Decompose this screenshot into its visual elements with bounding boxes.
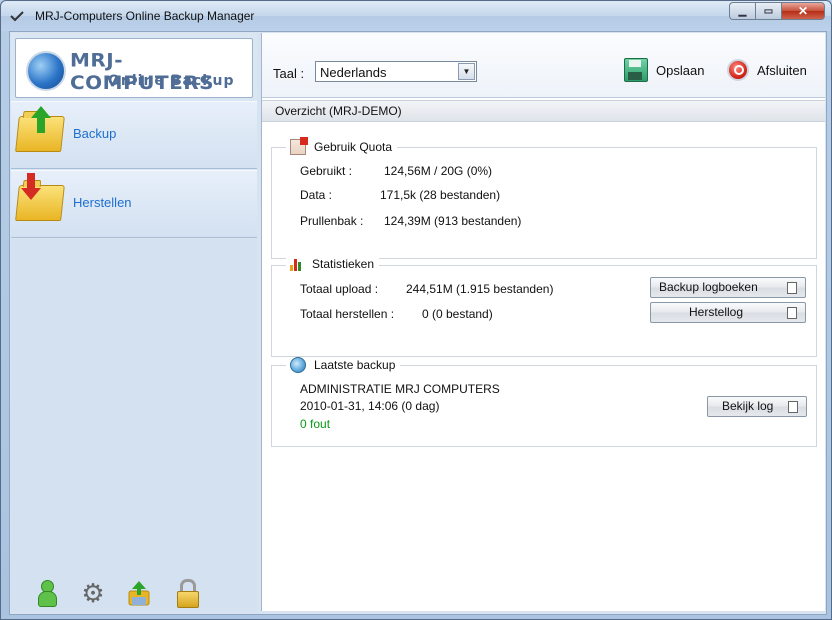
- arrow-up-icon: [31, 106, 51, 118]
- statistics-legend: Statistieken: [286, 257, 380, 271]
- exit-label: Afsluiten: [757, 62, 807, 78]
- lock-icon[interactable]: [175, 579, 199, 608]
- statistics-group: Statistieken Totaal upload : 244,51M (1.…: [271, 257, 817, 357]
- language-select-value: Nederlands: [320, 65, 387, 80]
- last-backup-name: ADMINISTRATIE MRJ COMPUTERS: [300, 382, 500, 396]
- row-label: Prullenbak :: [300, 214, 364, 228]
- clock-globe-icon: [290, 357, 306, 373]
- close-button[interactable]: ✕: [781, 2, 825, 20]
- quota-legend: Gebruik Quota: [286, 137, 398, 155]
- chevron-down-icon[interactable]: ▼: [458, 63, 475, 80]
- sidebar: MRJ-COMPUTERS Online Backup Backup Herst…: [11, 33, 257, 611]
- brand-logo: MRJ-COMPUTERS Online Backup: [15, 38, 253, 98]
- row-value: 0 (0 bestand): [422, 307, 493, 321]
- row-label: Totaal herstellen :: [300, 307, 395, 321]
- restore-log-label: Herstellog: [689, 305, 744, 319]
- sidebar-item-label: Herstellen: [73, 195, 132, 210]
- arrow-down-icon-stem: [27, 173, 35, 189]
- user-icon[interactable]: [35, 579, 59, 607]
- sidebar-item-backup[interactable]: Backup: [11, 101, 257, 169]
- row-value: 171,5k (28 bestanden): [380, 188, 501, 202]
- language-label: Taal :: [273, 66, 305, 81]
- globe-logo-icon: [26, 51, 66, 91]
- view-log-button[interactable]: Bekijk log: [707, 396, 807, 417]
- disk-icon: [624, 58, 648, 82]
- document-icon: [787, 282, 797, 294]
- statistics-title: Statistieken: [312, 257, 375, 271]
- backup-logs-label: Backup logboeken: [659, 280, 758, 294]
- quota-group: Gebruik Quota Gebruikt : 124,56M / 20G (…: [271, 137, 817, 259]
- title-bar[interactable]: MRJ-Computers Online Backup Manager ▁ ▭ …: [1, 1, 831, 31]
- document-icon: [787, 307, 797, 319]
- client-area: MRJ-COMPUTERS Online Backup Backup Herst…: [9, 31, 827, 615]
- bar-chart-icon: [290, 257, 304, 271]
- app-check-icon: [10, 11, 24, 22]
- last-backup-legend: Laatste backup: [286, 357, 401, 373]
- save-label: Opslaan: [656, 62, 705, 78]
- arrow-down-icon: [21, 188, 41, 200]
- row-label: Gebruikt :: [300, 164, 353, 178]
- toolbar: Taal : Nederlands ▼ Opslaan Afsluiten: [262, 33, 825, 98]
- exit-button[interactable]: Afsluiten: [727, 55, 807, 85]
- upload-icon[interactable]: [127, 579, 151, 607]
- language-select[interactable]: Nederlands ▼: [315, 61, 477, 82]
- app-window: MRJ-Computers Online Backup Manager ▁ ▭ …: [0, 0, 832, 620]
- maximize-button[interactable]: ▭: [755, 2, 781, 20]
- window-controls: ▁ ▭ ✕: [729, 2, 825, 21]
- row-value: 244,51M (1.915 bestanden): [406, 282, 554, 296]
- row-value: 124,56M / 20G (0%): [384, 164, 493, 178]
- arrow-up-icon-stem: [37, 117, 45, 133]
- row-label: Totaal upload :: [300, 282, 379, 296]
- power-icon: [727, 59, 749, 81]
- logo-line2: Online Backup: [108, 73, 235, 89]
- overview-title: Overzicht (MRJ-DEMO): [275, 104, 402, 118]
- save-button[interactable]: Opslaan: [624, 55, 704, 85]
- window-title: MRJ-Computers Online Backup Manager: [35, 9, 255, 23]
- quota-title: Gebruik Quota: [314, 140, 393, 154]
- main-panel: Taal : Nederlands ▼ Opslaan Afsluiten Ov…: [261, 33, 825, 611]
- restore-log-button[interactable]: Herstellog: [650, 302, 806, 323]
- sidebar-item-herstellen[interactable]: Herstellen: [11, 170, 257, 238]
- row-label: Data :: [300, 188, 333, 202]
- document-icon: [788, 401, 798, 413]
- minimize-button[interactable]: ▁: [729, 2, 755, 20]
- quota-icon: [290, 137, 308, 155]
- last-backup-errors: 0 fout: [300, 417, 331, 431]
- sidebar-bottom-toolbar: ⚙: [35, 579, 235, 609]
- gear-icon[interactable]: ⚙: [81, 579, 105, 607]
- last-backup-group: Laatste backup ADMINISTRATIE MRJ COMPUTE…: [271, 357, 817, 447]
- minimize-icon: ▁: [738, 5, 747, 17]
- last-backup-datetime: 2010-01-31, 14:06 (0 dag): [300, 399, 440, 413]
- last-backup-title: Laatste backup: [314, 358, 396, 372]
- row-value: 124,39M (913 bestanden): [384, 214, 522, 228]
- overview-header: Overzicht (MRJ-DEMO): [262, 100, 825, 122]
- sidebar-item-label: Backup: [73, 126, 117, 141]
- sidebar-panel: ⚙: [11, 239, 257, 611]
- maximize-icon: ▭: [763, 5, 774, 17]
- backup-logs-button[interactable]: Backup logboeken: [650, 277, 806, 298]
- view-log-label: Bekijk log: [722, 399, 774, 413]
- close-icon: ✕: [797, 4, 809, 18]
